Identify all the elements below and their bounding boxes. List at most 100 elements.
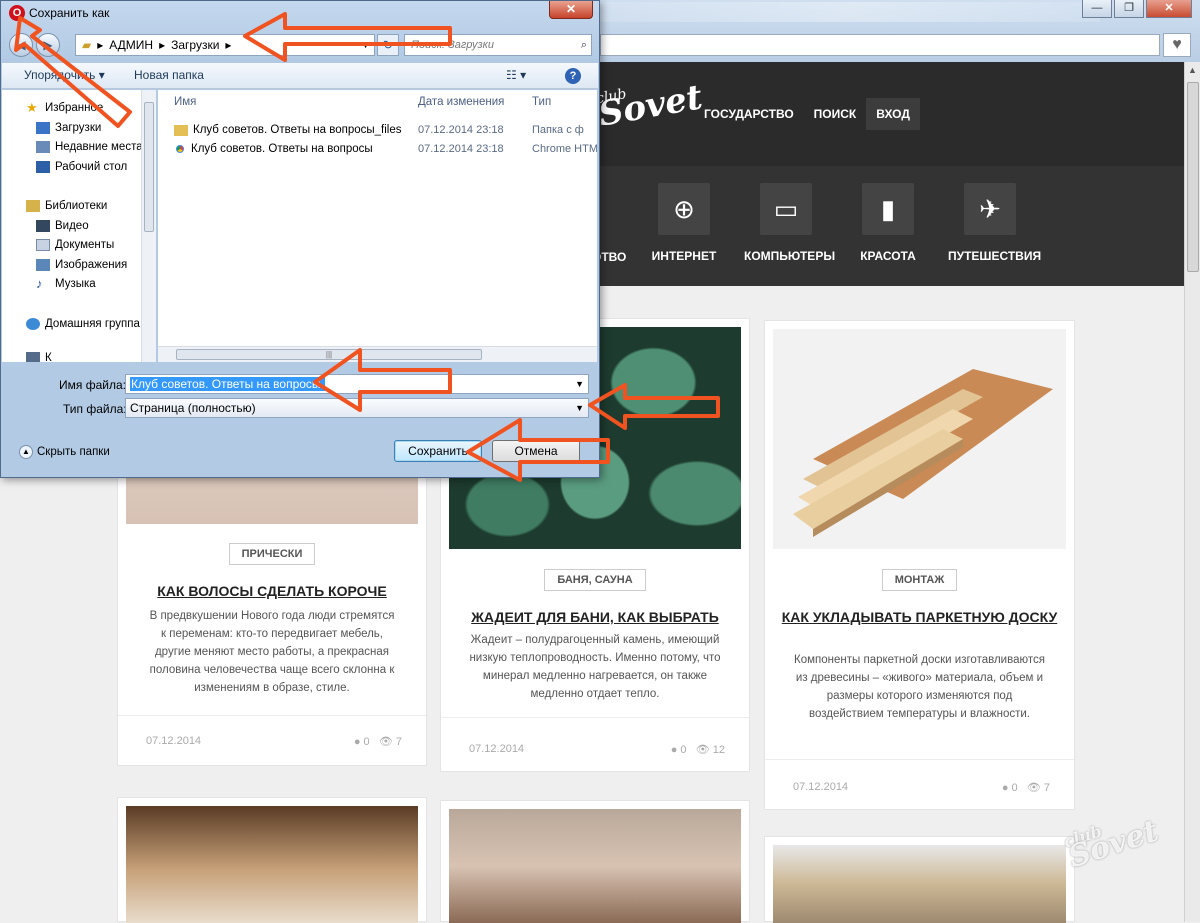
article-title[interactable]: КАК ВОЛОСЫ СДЕЛАТЬ КОРОЧЕ <box>128 581 416 601</box>
site-logo[interactable]: club Sovet <box>595 73 705 135</box>
nav-login[interactable]: ВХОД <box>866 98 920 130</box>
homegroup-icon <box>26 318 40 330</box>
globe-icon: ⊕ <box>658 183 710 235</box>
folder-icon: ▰ <box>82 38 92 52</box>
maximize-button[interactable]: ❐ <box>1114 0 1144 18</box>
documents-icon <box>36 239 50 251</box>
article-card[interactable] <box>440 800 750 923</box>
dialog-close-button[interactable]: ✕ <box>549 1 593 19</box>
filetype-label: Тип файла: <box>63 402 127 416</box>
monitor-icon: ▭ <box>760 183 812 235</box>
chrome-icon <box>174 143 186 155</box>
recent-places-icon <box>36 141 50 153</box>
file-list: Имя Дата изменения Тип Клуб советов. Отв… <box>158 90 597 346</box>
article-image[interactable] <box>773 329 1066 549</box>
column-name[interactable]: Имя <box>174 96 196 108</box>
scroll-thumb[interactable] <box>1187 82 1199 272</box>
heart-icon[interactable]: ♥ <box>1163 33 1191 57</box>
breadcrumb[interactable]: ▰ ▸ АДМИН ▸ Загрузки ▸ ▼ <box>75 34 375 56</box>
page-scrollbar[interactable]: ▲ <box>1184 62 1200 922</box>
article-title[interactable]: КАК УКЛАДЫВАТЬ ПАРКЕТНУЮ ДОСКУ <box>775 607 1064 627</box>
card-divider <box>118 715 426 716</box>
article-card[interactable]: МОНТАЖ КАК УКЛАДЫВАТЬ ПАРКЕТНУЮ ДОСКУ Ко… <box>764 320 1075 810</box>
downloads-icon <box>36 122 50 134</box>
article-card[interactable] <box>764 836 1075 923</box>
view-options-button[interactable]: ☷ ▾ <box>506 68 526 82</box>
address-bar[interactable] <box>600 34 1160 56</box>
category-internet[interactable]: ⊕ ИНТЕРНЕТ <box>650 166 718 263</box>
filename-label: Имя файла: <box>59 378 126 392</box>
nav-gosudarstvo[interactable]: ГОСУДАРСТВО <box>694 98 804 130</box>
close-window-button[interactable]: ✕ <box>1146 0 1192 18</box>
article-title[interactable]: ЖАДЕИТ ДЛЯ БАНИ, КАК ВЫБРАТЬ <box>451 607 739 627</box>
article-image[interactable] <box>773 845 1066 923</box>
file-type: Chrome HTM <box>532 143 597 155</box>
search-input[interactable]: Поиск: Загрузки ⌕ <box>404 34 592 56</box>
nav-documents[interactable]: Документы <box>36 239 114 251</box>
search-icon: ⌕ <box>580 39 587 51</box>
chevron-down-icon[interactable]: ▼ <box>361 35 374 55</box>
article-image[interactable] <box>126 806 418 923</box>
nav-libraries[interactable]: Библиотеки <box>26 200 107 212</box>
nav-search[interactable]: ПОИСК <box>804 98 867 130</box>
organize-menu[interactable]: Упорядочить ▾ <box>24 68 105 82</box>
file-row[interactable]: Клуб советов. Ответы на вопросы <box>174 143 373 155</box>
lipstick-icon: ▮ <box>862 183 914 235</box>
watermark-logo: club Sovet <box>1061 813 1163 876</box>
card-divider <box>765 759 1074 760</box>
nav-images[interactable]: Изображения <box>36 259 127 271</box>
nav-recent-places[interactable]: Недавние места <box>36 141 143 153</box>
column-date[interactable]: Дата изменения <box>418 96 504 108</box>
article-date: 07.12.2014 <box>146 735 202 747</box>
chevron-down-icon[interactable]: ▼ <box>575 375 584 393</box>
back-arrow-icon[interactable]: ◀ <box>9 33 33 57</box>
file-date: 07.12.2014 23:18 <box>418 143 504 155</box>
file-date: 07.12.2014 23:18 <box>418 124 504 136</box>
window-controls: — ❐ ✕ <box>1082 0 1192 18</box>
hscroll-thumb[interactable]: ||| <box>176 349 482 360</box>
forward-arrow-icon[interactable]: ▶ <box>36 33 60 57</box>
category-beauty[interactable]: ▮ КРАСОТА <box>858 166 918 263</box>
article-tag[interactable]: БАНЯ, САУНА <box>441 569 749 591</box>
help-icon[interactable]: ? <box>565 68 581 84</box>
folder-icon <box>174 124 188 136</box>
category-computers[interactable]: ▭ КОМПЬЮТЕРЫ <box>744 166 835 263</box>
minimize-button[interactable]: — <box>1082 0 1112 18</box>
article-excerpt: В предвкушении Нового года люди стремятс… <box>149 610 395 694</box>
new-folder-button[interactable]: Новая папка <box>134 68 204 82</box>
breadcrumb-admin[interactable]: АДМИН <box>109 35 153 55</box>
scroll-up-arrow[interactable]: ▲ <box>1188 65 1197 75</box>
video-icon <box>36 220 50 232</box>
card-divider <box>441 717 749 718</box>
nav-desktop[interactable]: Рабочий стол <box>36 161 127 173</box>
article-tag[interactable]: ПРИЧЕСКИ <box>118 543 426 565</box>
nav-favorites[interactable]: ★ Избранное <box>26 100 103 115</box>
nav-downloads[interactable]: Загрузки <box>36 122 101 134</box>
hide-folders-toggle[interactable]: ▲ Скрыть папки <box>19 445 110 459</box>
cancel-button[interactable]: Отмена <box>492 440 580 462</box>
article-card[interactable] <box>117 797 427 923</box>
chevron-down-icon[interactable]: ▼ <box>575 399 584 417</box>
navpane-scroll-thumb[interactable] <box>144 102 154 232</box>
navpane-scrollbar[interactable] <box>141 90 156 362</box>
top-nav: ГОСУДАРСТВО ПОИСК ВХОД <box>694 98 920 130</box>
category-travel[interactable]: ✈ ПУТЕШЕСТВИЯ <box>948 166 1041 263</box>
article-image[interactable] <box>449 809 741 923</box>
filetype-select[interactable]: Страница (полностью) ▼ <box>125 398 589 418</box>
nav-music[interactable]: ♪ Музыка <box>36 277 96 290</box>
file-row[interactable]: Клуб советов. Ответы на вопросы_files <box>174 124 402 136</box>
nav-video[interactable]: Видео <box>36 220 89 232</box>
dialog-toolbar: Упорядочить ▾ Новая папка ☷ ▾ ? <box>2 63 598 89</box>
breadcrumb-downloads[interactable]: Загрузки <box>171 35 219 55</box>
filename-field[interactable]: Клуб советов. Ответы на вопросы. ▼ <box>125 374 589 394</box>
column-type[interactable]: Тип <box>532 96 551 108</box>
nav-computer[interactable]: К <box>26 352 52 362</box>
save-button[interactable]: Сохранить <box>394 440 482 462</box>
chevron-up-icon: ▲ <box>19 445 33 459</box>
computer-icon <box>26 352 40 362</box>
nav-homegroup[interactable]: Домашняя группа <box>26 318 140 330</box>
article-tag[interactable]: МОНТАЖ <box>765 569 1074 591</box>
star-icon: ★ <box>26 100 38 115</box>
file-list-hscrollbar[interactable]: ||| <box>158 346 597 362</box>
refresh-icon[interactable]: ↻ <box>377 34 399 56</box>
